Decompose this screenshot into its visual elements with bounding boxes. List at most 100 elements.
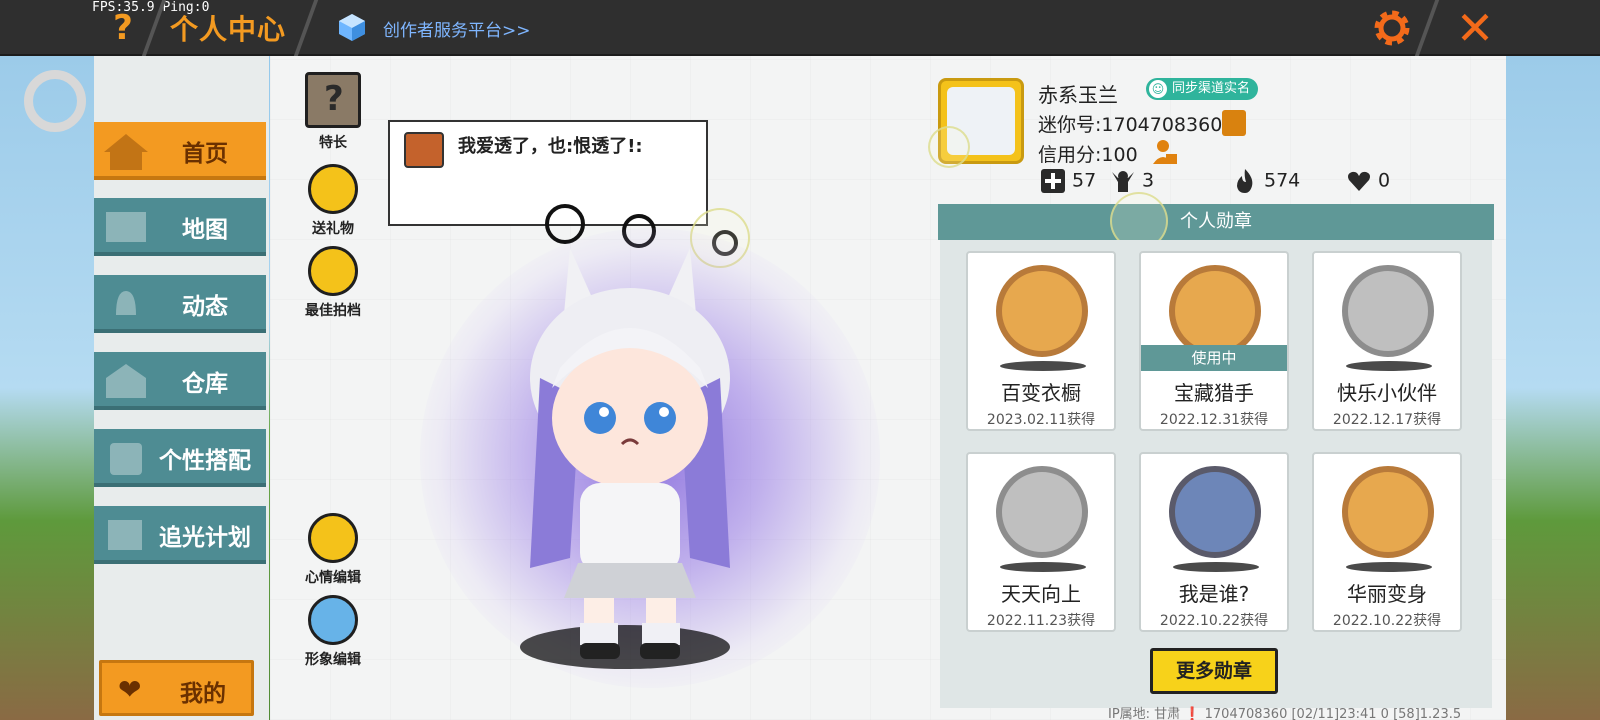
sidebar-item-label: 首页 xyxy=(182,141,228,167)
gift-icon xyxy=(308,164,358,214)
sync-realname-badge[interactable]: ☺ 同步渠道实名 xyxy=(1146,78,1259,100)
record-ring-icon[interactable] xyxy=(24,70,86,132)
stat-likes[interactable]: 0 xyxy=(1346,168,1390,194)
medal-name: 宝藏猎手 xyxy=(1174,381,1254,405)
background-world-left xyxy=(0,56,95,720)
divider xyxy=(293,0,319,56)
medal-name: 华丽变身 xyxy=(1347,582,1427,606)
medal-badge-icon xyxy=(1342,466,1434,558)
medal-pedestal xyxy=(1346,361,1432,371)
medal-pedestal xyxy=(1000,361,1086,371)
flame-icon xyxy=(1237,169,1253,193)
medal-pedestal xyxy=(1173,562,1259,572)
player-name: 赤系玉兰 xyxy=(1038,83,1118,107)
stat-posts[interactable]: 57 xyxy=(1040,168,1096,194)
page-title: 个人中心 xyxy=(170,13,287,46)
mood-avatar-icon xyxy=(404,132,444,168)
top-bar: FPS:35.9 Ping:0 ? 个人中心 创作者服务平台>> ✕ xyxy=(0,0,1600,56)
medal-date: 2022.10.22获得 xyxy=(1332,613,1442,629)
more-medals-button[interactable]: 更多勋章 xyxy=(1150,648,1278,694)
mine-label: 我的 xyxy=(180,681,226,707)
sidebar-item-home[interactable]: 首页 xyxy=(94,122,266,180)
avatar-edit-label: 形象编辑 xyxy=(305,652,361,668)
medal-date: 2022.11.23获得 xyxy=(986,613,1096,629)
sidebar-item-label: 动态 xyxy=(182,294,228,320)
help-button[interactable]: ? xyxy=(108,8,138,48)
question-box-icon: ? xyxy=(305,72,361,128)
creator-platform-link[interactable]: 创作者服务平台>> xyxy=(383,16,531,41)
medal-pedestal xyxy=(1000,562,1086,572)
edit-pencil-icon xyxy=(308,513,358,563)
medals-header: 个人勋章 xyxy=(938,204,1494,240)
medal-date: 2023.02.11获得 xyxy=(986,412,1096,428)
medal-badge-icon xyxy=(1169,265,1261,357)
fans-count: 3 xyxy=(1142,169,1155,192)
medal-badge-icon xyxy=(996,265,1088,357)
settings-gear-icon[interactable] xyxy=(1370,6,1414,50)
medal-name: 快乐小伙伴 xyxy=(1337,381,1437,405)
medal-name: 百变衣橱 xyxy=(1001,381,1081,405)
posts-count: 57 xyxy=(1072,169,1097,192)
footer-info: IP属地: 甘肃 ❗ 1704708360 [02/11]23:41 0 [58… xyxy=(1108,707,1462,720)
stat-popularity[interactable]: 574 xyxy=(1232,168,1300,194)
sidebar-item-warehouse[interactable]: 仓库 xyxy=(94,352,266,410)
sidebar: 首页 地图 动态 仓库 个性搭配 追光计划 xyxy=(94,56,269,720)
cube-icon xyxy=(339,14,365,41)
background-world-right xyxy=(1505,56,1600,720)
talent-button[interactable]: ? 特长 xyxy=(298,72,368,152)
medal-date: 2022.12.31获得 xyxy=(1159,412,1269,428)
medal-date: 2022.10.22获得 xyxy=(1159,613,1269,629)
heart-icon: ❤ xyxy=(118,673,142,706)
mine-button[interactable]: ❤ 我的 xyxy=(99,660,254,716)
best-photo-label: 最佳拍档 xyxy=(305,303,361,319)
sidebar-item-label: 仓库 xyxy=(182,371,228,397)
stat-fans[interactable]: 3 xyxy=(1110,168,1154,194)
medal-badge-icon xyxy=(1342,265,1434,357)
close-button[interactable]: ✕ xyxy=(1455,5,1495,51)
medal-name: 天天向上 xyxy=(1001,582,1081,606)
medal-card[interactable]: 华丽变身 2022.10.22获得 xyxy=(1312,452,1462,632)
credit-info-icon[interactable] xyxy=(1152,138,1178,166)
likes-count: 0 xyxy=(1378,169,1391,192)
medal-card[interactable]: 百变衣橱 2023.02.11获得 xyxy=(966,251,1116,431)
mini-id: 迷你号:1704708360 xyxy=(1038,114,1223,136)
plus-square-icon xyxy=(1041,169,1065,193)
medal-card[interactable]: 天天向上 2022.11.23获得 xyxy=(966,452,1116,632)
person-icon: ☺ xyxy=(1149,80,1167,98)
sidebar-item-label: 地图 xyxy=(182,217,228,243)
medal-card[interactable]: 我是谁? 2022.10.22获得 xyxy=(1139,452,1289,632)
mood-speech-bubble[interactable]: 我爱透了，也:恨透了!: xyxy=(388,120,708,226)
mood-edit-label: 心情编辑 xyxy=(305,570,361,586)
character-avatar[interactable] xyxy=(500,228,760,668)
divider xyxy=(1414,0,1440,56)
credit-score: 信用分:100 xyxy=(1038,144,1138,166)
sidebar-item-outfit[interactable]: 个性搭配 xyxy=(94,429,266,487)
medal-card[interactable]: 快乐小伙伴 2022.12.17获得 xyxy=(1312,251,1462,431)
in-use-tag: 使用中 xyxy=(1141,345,1287,371)
mood-text: 我爱透了，也:恨透了!: xyxy=(458,136,643,157)
mood-edit-button[interactable]: 心情编辑 xyxy=(298,513,368,587)
gift-button[interactable]: 送礼物 xyxy=(298,164,368,238)
medal-name: 我是谁? xyxy=(1178,582,1250,606)
popularity-count: 574 xyxy=(1264,169,1301,192)
fans-icon xyxy=(1112,171,1134,192)
sidebar-item-feed[interactable]: 动态 xyxy=(94,275,266,333)
shirt-icon xyxy=(308,595,358,645)
sidebar-item-map[interactable]: 地图 xyxy=(94,198,266,256)
touch-ripple xyxy=(928,126,970,168)
avatar-edit-button[interactable]: 形象编辑 xyxy=(298,595,368,669)
medal-badge-icon xyxy=(996,466,1088,558)
sync-realname-label: 同步渠道实名 xyxy=(1172,81,1251,96)
copy-icon[interactable] xyxy=(1222,110,1246,136)
medal-pedestal xyxy=(1346,562,1432,572)
sidebar-item-chase-light[interactable]: 追光计划 xyxy=(94,506,266,564)
talent-label: 特长 xyxy=(319,135,347,151)
heart-icon xyxy=(1348,171,1370,191)
gift-label: 送礼物 xyxy=(312,221,354,237)
handshake-icon xyxy=(308,246,358,296)
sidebar-item-label: 追光计划 xyxy=(159,525,251,551)
medal-badge-icon xyxy=(1169,466,1261,558)
best-photo-button[interactable]: 最佳拍档 xyxy=(298,246,368,320)
sidebar-item-label: 个性搭配 xyxy=(159,448,251,474)
medal-card[interactable]: 使用中 宝藏猎手 2022.12.31获得 xyxy=(1139,251,1289,431)
